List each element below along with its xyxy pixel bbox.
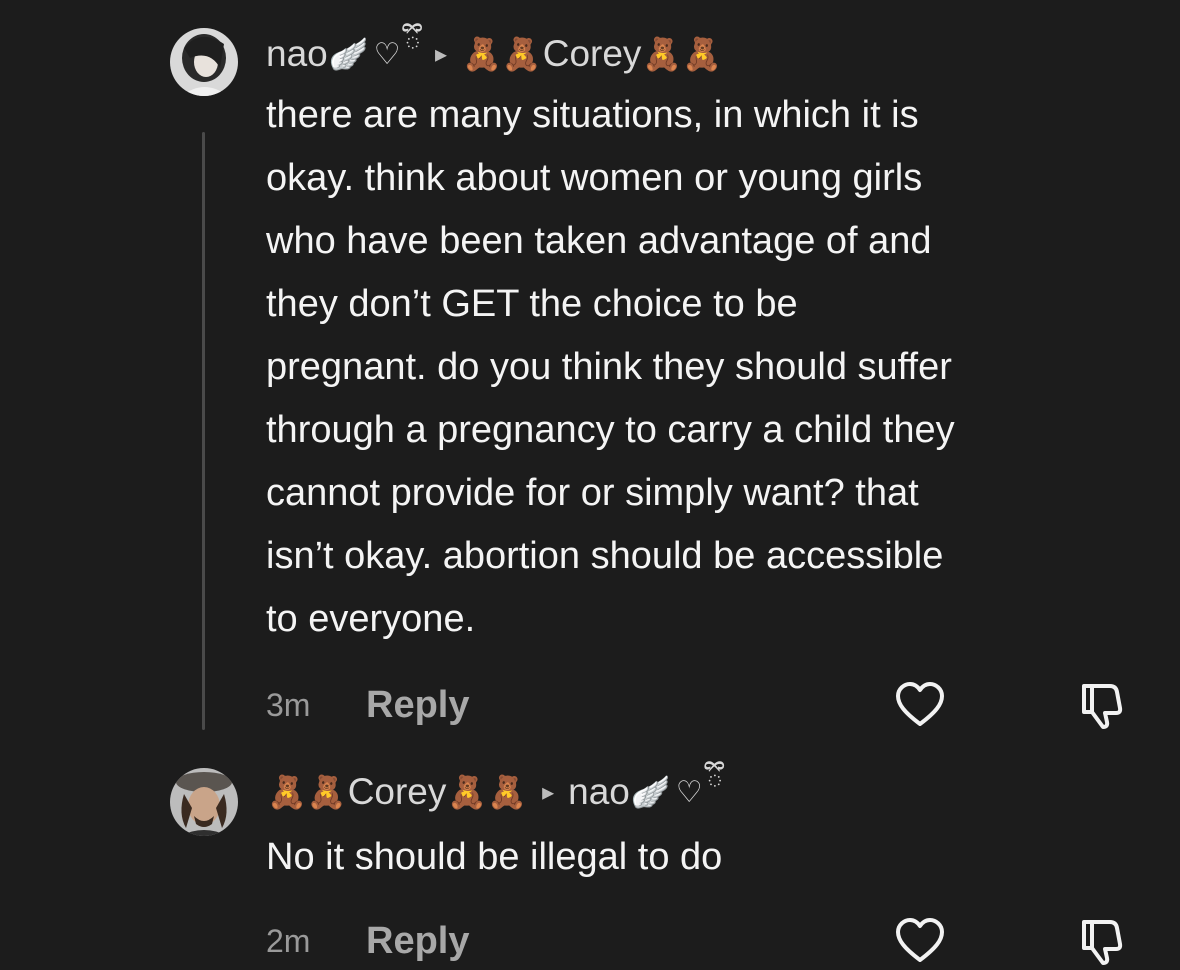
thumbs-down-icon[interactable] [1076,916,1128,968]
reply-to-name[interactable]: Corey [543,33,642,75]
reply-button[interactable]: Reply [366,684,469,727]
avatar[interactable] [170,28,238,96]
comment-text: there are many situations, in which it i… [266,94,955,640]
heart-outline-decor: ♡ [675,774,703,810]
comment-header: 🧸🧸 Corey 🧸🧸 ▸ nao 🪽 ♡ ྀི [266,766,723,816]
heart-outline-decor: ♡ [373,36,401,72]
author-name[interactable]: Corey [348,771,447,813]
reply-to-name[interactable]: nao [568,771,630,813]
reply-button[interactable]: Reply [366,920,469,963]
teddy-bear-icon: 🧸🧸 [462,35,542,73]
comment-meta: 2m Reply [266,916,469,966]
thumbs-down-icon[interactable] [1076,680,1128,732]
heart-icon[interactable] [894,680,946,732]
thread-connector-line [202,132,205,730]
timestamp: 2m [266,922,311,959]
teddy-bear-icon: 🧸🧸 [267,773,347,811]
comment-meta: 3m Reply [266,680,469,730]
heart-icon[interactable] [894,916,946,968]
comment-header: nao 🪽 ♡ ྀི ▸ 🧸🧸 Corey 🧸🧸 [266,28,723,78]
play-arrow-icon: ▸ [542,778,555,806]
comment-thread: nao 🪽 ♡ ྀི ▸ 🧸🧸 Corey 🧸🧸 there are many … [0,0,1180,970]
avatar[interactable] [170,768,238,836]
bow-decor: ྀི [706,766,724,801]
comment-text: No it should be illegal to do [266,836,723,878]
play-arrow-icon: ▸ [434,40,448,68]
teddy-bear-icon: 🧸🧸 [642,35,723,73]
author-name[interactable]: nao [266,33,328,75]
timestamp: 3m [266,686,311,723]
wing-icon: 🪽 [630,773,671,811]
teddy-bear-icon: 🧸🧸 [447,773,528,811]
wing-icon: 🪽 [328,35,369,73]
